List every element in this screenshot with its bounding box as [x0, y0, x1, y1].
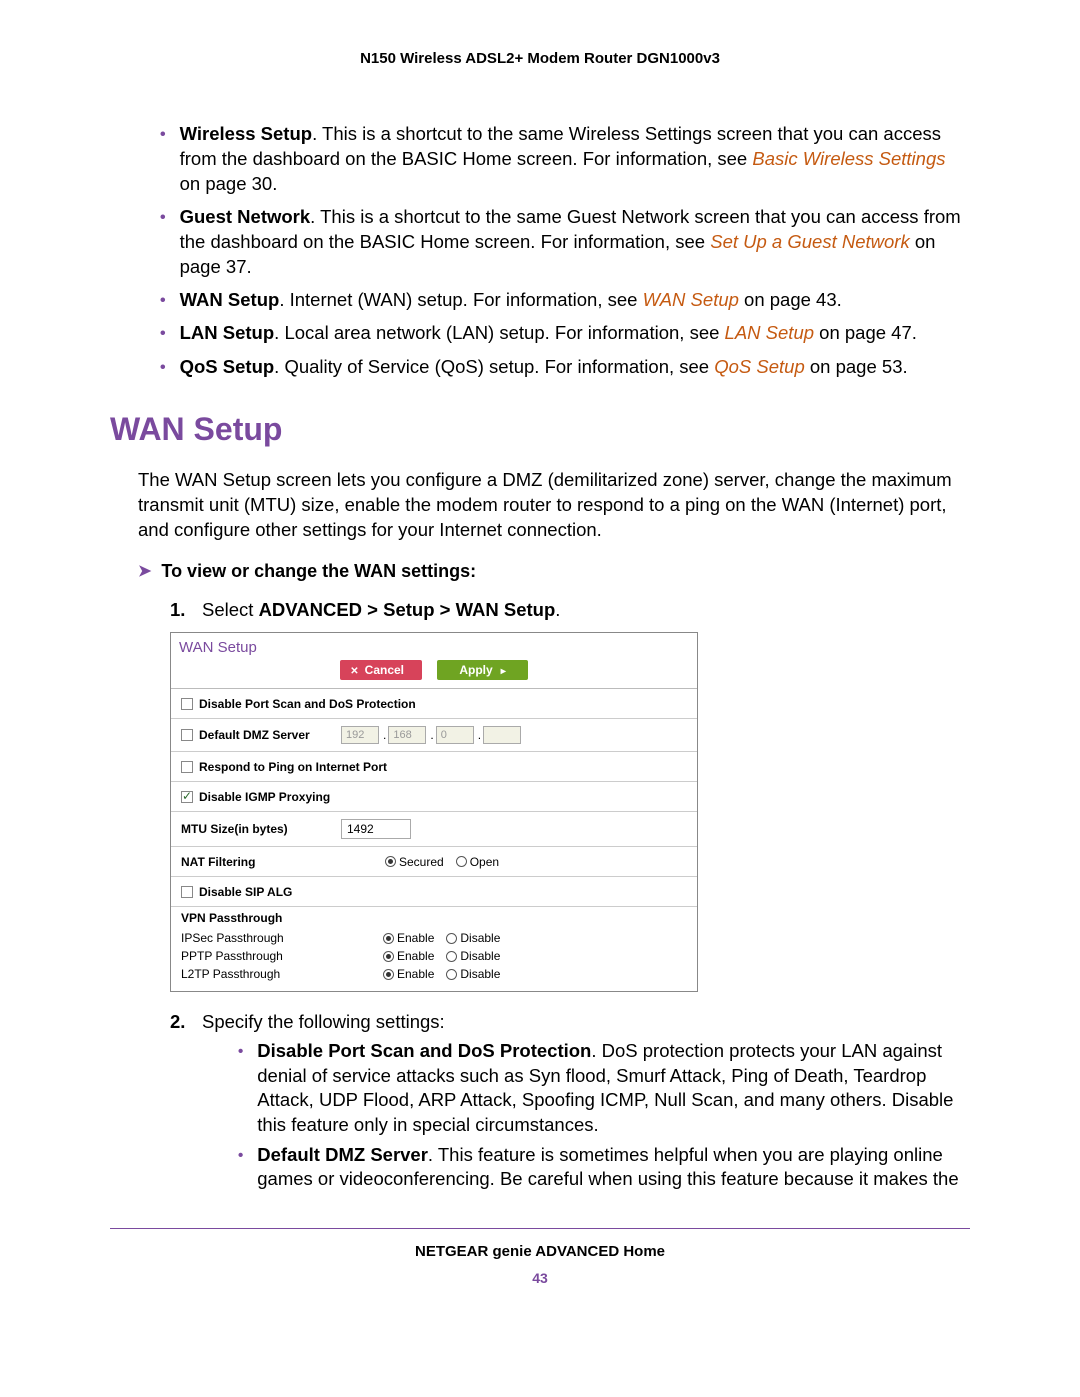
bullet-icon: • — [160, 288, 166, 314]
checkbox-disable-sip[interactable] — [181, 886, 193, 898]
bullet-icon: • — [160, 355, 166, 381]
apply-button[interactable]: Apply — [437, 660, 527, 680]
list-item: • Disable Port Scan and DoS Protection. … — [238, 1039, 970, 1137]
label-respond-ping: Respond to Ping on Internet Port — [199, 760, 387, 774]
radio-ipsec-enable[interactable] — [383, 933, 394, 944]
label-default-dmz: Default DMZ Server — [199, 728, 310, 742]
radio-l2tp-disable[interactable] — [446, 969, 457, 980]
cancel-button[interactable]: Cancel — [340, 660, 422, 680]
bullet-icon: • — [160, 321, 166, 347]
dmz-ip-octet-1[interactable]: 192 — [341, 726, 379, 744]
link-lan-setup[interactable]: LAN Setup — [725, 322, 814, 343]
bullet-icon: • — [238, 1039, 243, 1137]
link-qos-setup[interactable]: QoS Setup — [714, 356, 805, 377]
label-pptp: PPTP Passthrough — [181, 949, 383, 963]
label-nat-filtering: NAT Filtering — [181, 855, 255, 869]
link-guest-network[interactable]: Set Up a Guest Network — [710, 231, 909, 252]
intro-bullet-list: • Wireless Setup. This is a shortcut to … — [160, 122, 970, 381]
bullet-icon: • — [238, 1143, 243, 1192]
radio-pptp-enable[interactable] — [383, 951, 394, 962]
radio-pptp-disable[interactable] — [446, 951, 457, 962]
checkbox-default-dmz[interactable] — [181, 729, 193, 741]
wan-setup-panel: WAN Setup Cancel Apply Disable Port Scan… — [170, 632, 698, 992]
page-number: 43 — [110, 1270, 970, 1286]
link-wan-setup[interactable]: WAN Setup — [643, 289, 739, 310]
list-item: • QoS Setup. Quality of Service (QoS) se… — [160, 355, 970, 381]
section-intro: The WAN Setup screen lets you configure … — [138, 468, 970, 543]
doc-header: N150 Wireless ADSL2+ Modem Router DGN100… — [110, 50, 970, 67]
checkbox-disable-port-scan[interactable] — [181, 698, 193, 710]
panel-title: WAN Setup — [171, 633, 697, 658]
label-disable-igmp: Disable IGMP Proxying — [199, 790, 330, 804]
list-item: 1. Select ADVANCED > Setup > WAN Setup. — [170, 598, 970, 623]
checkbox-disable-igmp[interactable] — [181, 791, 193, 803]
list-item: • Guest Network. This is a shortcut to t… — [160, 205, 970, 280]
label-ipsec: IPSec Passthrough — [181, 931, 383, 945]
bullet-icon: • — [160, 205, 166, 280]
list-item: 2. Specify the following settings: • Dis… — [170, 1010, 970, 1197]
arrow-icon: ➤ — [138, 561, 151, 581]
footer-divider — [110, 1228, 970, 1229]
dmz-ip-octet-3[interactable]: 0 — [436, 726, 474, 744]
radio-nat-secured[interactable] — [385, 856, 396, 867]
footer-title: NETGEAR genie ADVANCED Home — [110, 1243, 970, 1260]
mtu-input[interactable] — [341, 819, 411, 839]
label-disable-port-scan: Disable Port Scan and DoS Protection — [199, 697, 416, 711]
label-mtu-size: MTU Size(in bytes) — [181, 822, 288, 836]
link-basic-wireless[interactable]: Basic Wireless Settings — [752, 148, 945, 169]
list-item: • Wireless Setup. This is a shortcut to … — [160, 122, 970, 197]
dmz-ip-octet-4[interactable] — [483, 726, 521, 744]
label-disable-sip: Disable SIP ALG — [199, 885, 292, 899]
radio-ipsec-disable[interactable] — [446, 933, 457, 944]
radio-nat-open[interactable] — [456, 856, 467, 867]
bullet-icon: • — [160, 122, 166, 197]
label-l2tp: L2TP Passthrough — [181, 967, 383, 981]
list-item: • WAN Setup. Internet (WAN) setup. For i… — [160, 288, 970, 314]
list-item: • Default DMZ Server. This feature is so… — [238, 1143, 970, 1192]
list-item: • LAN Setup. Local area network (LAN) se… — [160, 321, 970, 347]
radio-l2tp-enable[interactable] — [383, 969, 394, 980]
label-vpn-passthrough: VPN Passthrough — [181, 911, 687, 925]
procedure-heading: ➤ To view or change the WAN settings: — [138, 561, 970, 582]
checkbox-respond-ping[interactable] — [181, 761, 193, 773]
section-heading-wan-setup: WAN Setup — [110, 411, 970, 448]
dmz-ip-octet-2[interactable]: 168 — [388, 726, 426, 744]
